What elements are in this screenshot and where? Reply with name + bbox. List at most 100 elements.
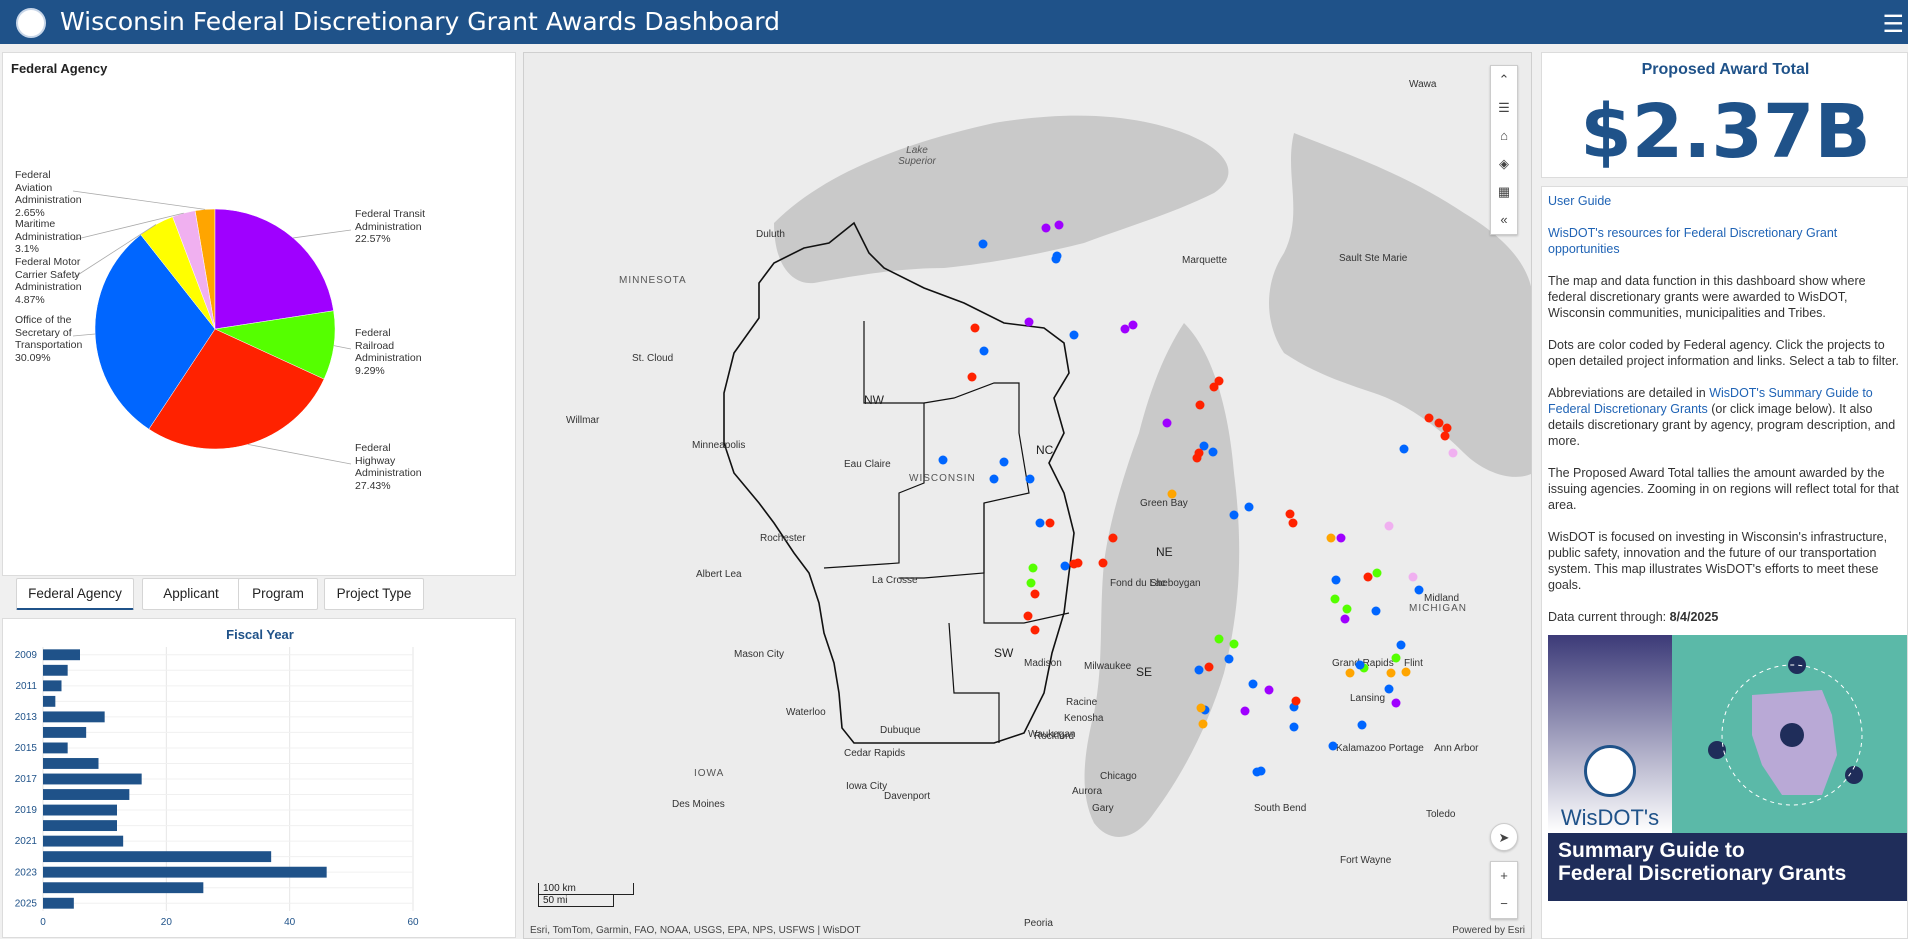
- tab-project-type[interactable]: Project Type: [324, 578, 424, 610]
- map-view[interactable]: Lake Superior MINNESOTA WISCONSIN MICHIG…: [523, 52, 1532, 939]
- grant-dot[interactable]: [1023, 611, 1033, 621]
- grant-dot[interactable]: [978, 239, 988, 249]
- bar-2011[interactable]: [43, 680, 62, 692]
- grant-dot[interactable]: [1434, 418, 1444, 428]
- grant-dot[interactable]: [1424, 413, 1434, 423]
- grant-dot[interactable]: [979, 346, 989, 356]
- grant-dot[interactable]: [1285, 509, 1295, 519]
- grant-dot[interactable]: [1162, 418, 1172, 428]
- tab-program[interactable]: Program: [238, 578, 318, 610]
- summary-guide-image[interactable]: WisDOT's Summary Guide to Federal Discre…: [1548, 635, 1907, 901]
- grant-dot[interactable]: [1363, 572, 1373, 582]
- grant-dot[interactable]: [1408, 572, 1418, 582]
- grant-dot[interactable]: [1391, 698, 1401, 708]
- grant-dot[interactable]: [1448, 448, 1458, 458]
- grant-dot[interactable]: [1386, 668, 1396, 678]
- grant-dot[interactable]: [1331, 575, 1341, 585]
- grant-dot[interactable]: [1208, 447, 1218, 457]
- menu-icon[interactable]: ☰: [1882, 10, 1904, 39]
- bar-2017[interactable]: [43, 773, 142, 785]
- grant-dot[interactable]: [970, 323, 980, 333]
- bar-2009[interactable]: [43, 649, 80, 661]
- grant-dot[interactable]: [1167, 489, 1177, 499]
- bar-2018[interactable]: [43, 789, 130, 800]
- bar-2010[interactable]: [43, 664, 68, 676]
- legend-icon[interactable]: ☰: [1491, 94, 1517, 122]
- grant-dot[interactable]: [1342, 604, 1352, 614]
- grant-dot[interactable]: [1384, 684, 1394, 694]
- bar-2025[interactable]: [43, 897, 74, 909]
- zoom-out-icon[interactable]: −: [1491, 890, 1517, 918]
- compass-icon[interactable]: ➤: [1490, 823, 1518, 851]
- grant-dot[interactable]: [1214, 634, 1224, 644]
- bar-2021[interactable]: [43, 835, 124, 847]
- grant-dot[interactable]: [1244, 502, 1254, 512]
- resources-link[interactable]: WisDOT's resources for Federal Discretio…: [1548, 226, 1837, 256]
- grant-dot[interactable]: [1442, 423, 1452, 433]
- grant-dot[interactable]: [1198, 719, 1208, 729]
- grant-dots-layer[interactable]: [524, 53, 1532, 939]
- grant-dot[interactable]: [1288, 518, 1298, 528]
- grant-dot[interactable]: [1128, 320, 1138, 330]
- grant-dot[interactable]: [1028, 563, 1038, 573]
- grant-dot[interactable]: [1025, 474, 1035, 484]
- grant-dot[interactable]: [1328, 741, 1338, 751]
- grant-dot[interactable]: [1326, 533, 1336, 543]
- bar-2016[interactable]: [43, 758, 99, 769]
- layers-icon[interactable]: ◈: [1491, 150, 1517, 178]
- grant-dot[interactable]: [1291, 696, 1301, 706]
- grant-dot[interactable]: [1330, 594, 1340, 604]
- grant-dot[interactable]: [1098, 558, 1108, 568]
- grant-dot[interactable]: [1336, 533, 1346, 543]
- grant-dot[interactable]: [1030, 625, 1040, 635]
- grant-dot[interactable]: [1195, 400, 1205, 410]
- tab-federal-agency[interactable]: Federal Agency: [16, 578, 134, 610]
- grant-dot[interactable]: [1224, 654, 1234, 664]
- bar-2015[interactable]: [43, 742, 68, 754]
- grant-dot[interactable]: [1396, 640, 1406, 650]
- grant-dot[interactable]: [1399, 444, 1409, 454]
- bar-chart[interactable]: 0 20 40 60 2009 2011 2013 2015 2017 2019 2021 2023 2…: [3, 619, 515, 937]
- bar-2022[interactable]: [43, 851, 272, 863]
- bar-2013[interactable]: [43, 711, 105, 723]
- grant-dot[interactable]: [1204, 662, 1214, 672]
- powered-by[interactable]: Powered by Esri: [1452, 925, 1525, 936]
- grant-dot[interactable]: [1045, 518, 1055, 528]
- grant-dot[interactable]: [1108, 533, 1118, 543]
- grant-dot[interactable]: [1384, 521, 1394, 531]
- grant-dot[interactable]: [1414, 585, 1424, 595]
- grant-dot[interactable]: [1035, 518, 1045, 528]
- grant-dot[interactable]: [1073, 558, 1083, 568]
- bar-2023[interactable]: [43, 866, 327, 878]
- grant-dot[interactable]: [1054, 220, 1064, 230]
- qr-icon[interactable]: ▦: [1491, 178, 1517, 206]
- collapse-up-icon[interactable]: ⌃: [1491, 66, 1517, 94]
- grant-dot[interactable]: [1289, 722, 1299, 732]
- grant-dot[interactable]: [1401, 667, 1411, 677]
- grant-dot[interactable]: [1391, 653, 1401, 663]
- tab-applicant[interactable]: Applicant: [142, 578, 240, 610]
- pie-chart[interactable]: [3, 53, 515, 573]
- grant-dot[interactable]: [1041, 223, 1051, 233]
- grant-dot[interactable]: [1252, 767, 1262, 777]
- grant-dot[interactable]: [1196, 703, 1206, 713]
- grant-dot[interactable]: [938, 455, 948, 465]
- grant-dot[interactable]: [1355, 660, 1365, 670]
- grant-dot[interactable]: [1345, 668, 1355, 678]
- grant-dot[interactable]: [1372, 568, 1382, 578]
- bar-2020[interactable]: [43, 820, 117, 832]
- grant-dot[interactable]: [1248, 679, 1258, 689]
- pie-slice-federal-transit-administration[interactable]: [214, 208, 334, 330]
- bar-2024[interactable]: [43, 882, 204, 894]
- grant-dot[interactable]: [1209, 382, 1219, 392]
- zoom-in-icon[interactable]: +: [1491, 862, 1517, 890]
- user-guide-link[interactable]: User Guide: [1548, 194, 1611, 208]
- grant-dot[interactable]: [1120, 324, 1130, 334]
- grant-dot[interactable]: [1051, 254, 1061, 264]
- grant-dot[interactable]: [1229, 510, 1239, 520]
- grant-dot[interactable]: [1357, 720, 1367, 730]
- grant-dot[interactable]: [1194, 665, 1204, 675]
- bar-2012[interactable]: [43, 695, 56, 707]
- grant-dot[interactable]: [1264, 685, 1274, 695]
- grant-dot[interactable]: [1194, 448, 1204, 458]
